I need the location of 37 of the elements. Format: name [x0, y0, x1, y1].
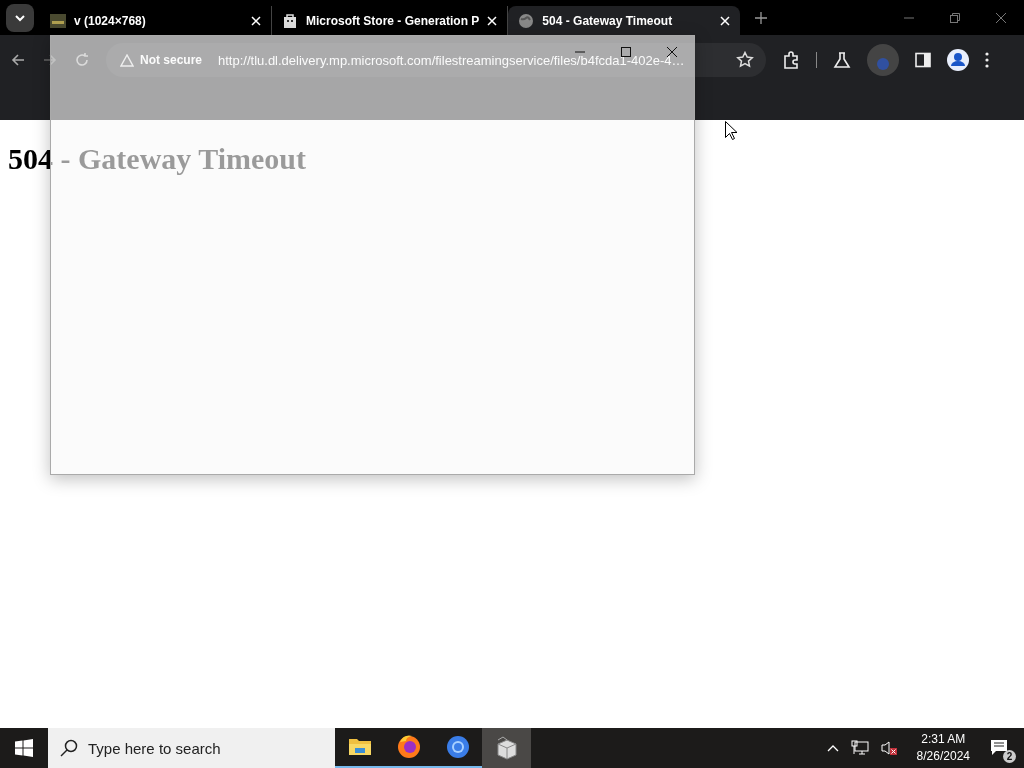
taskbar-app[interactable]: [482, 728, 531, 768]
message-icon: [990, 739, 1008, 757]
cursor-icon: [725, 121, 737, 140]
tab-title: v (1024×768): [74, 13, 147, 28]
clock[interactable]: 2:31 AM 8/26/2024: [916, 731, 970, 765]
thumbnail-icon: [50, 12, 66, 29]
avatar-icon[interactable]: [947, 49, 969, 71]
close-icon[interactable]: [666, 46, 678, 58]
menu-icon[interactable]: [985, 52, 989, 68]
browser-icon: [444, 734, 471, 760]
warning-icon: [120, 53, 134, 67]
notification-count: 2: [1003, 750, 1016, 763]
restore-icon[interactable]: [949, 11, 961, 24]
new-tab-icon[interactable]: [754, 10, 769, 25]
forward-icon[interactable]: [42, 52, 58, 68]
url-text: http://tlu.dl.delivery.mp.microsoft.com/filestreamingservice/files/b4fcda1-402e-4…: [218, 52, 686, 68]
puzzle-icon[interactable]: [782, 51, 800, 69]
back-icon[interactable]: [10, 52, 26, 68]
tab-title: Microsoft Store - Generation P: [306, 13, 480, 28]
globe-icon: [518, 12, 535, 29]
muted-speaker-icon[interactable]: [880, 740, 897, 756]
clock-time: 2:31 AM: [921, 731, 966, 748]
star-icon[interactable]: [736, 51, 754, 69]
browser-tab[interactable]: 504 - Gateway Timeout: [508, 6, 741, 35]
maximize-icon[interactable]: [620, 46, 632, 58]
firefox-icon: [395, 734, 422, 760]
side-panel-icon[interactable]: [915, 52, 931, 68]
tab-title: 504 - Gateway Timeout: [542, 13, 674, 28]
chevron-up-icon[interactable]: [826, 744, 839, 752]
windows-start-icon[interactable]: [15, 739, 33, 757]
search-field[interactable]: Type here to search: [48, 728, 335, 768]
tab-search-icon[interactable]: [6, 3, 34, 32]
flask-icon[interactable]: [833, 51, 851, 69]
network-icon[interactable]: [850, 740, 869, 756]
shopping-bag-icon: [282, 12, 298, 29]
clock-date: 8/26/2024: [916, 748, 970, 765]
notifications-button[interactable]: 2: [984, 733, 1014, 763]
